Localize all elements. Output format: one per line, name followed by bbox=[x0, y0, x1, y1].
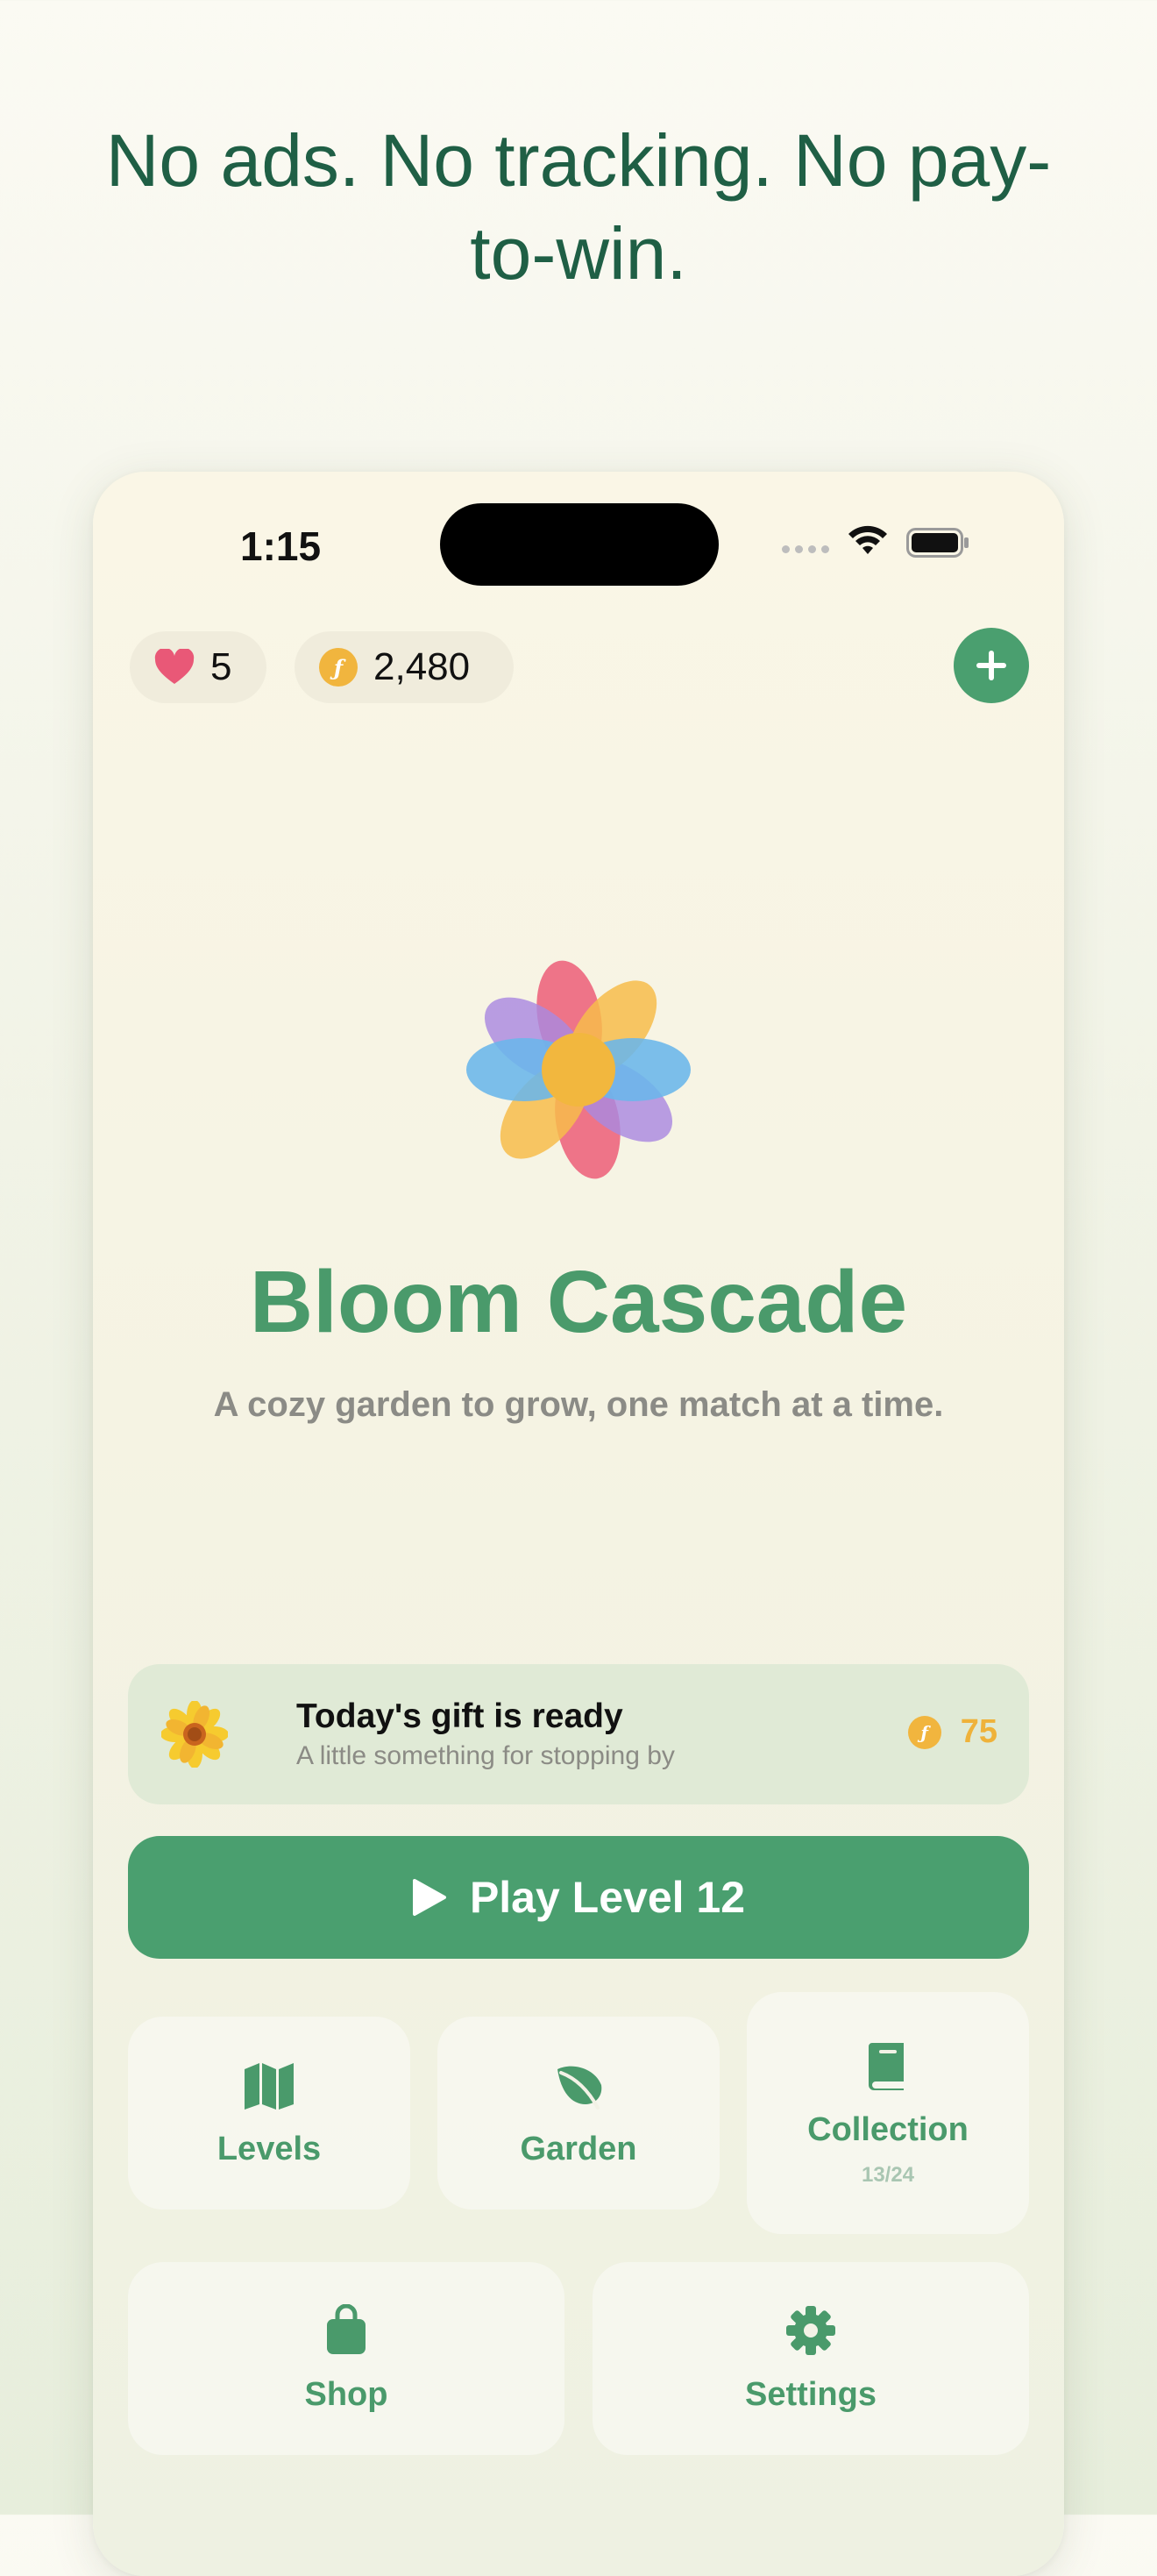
play-level-button[interactable]: Play Level 12 bbox=[128, 1836, 1029, 1959]
game-tagline: A cozy garden to grow, one match at a ti… bbox=[213, 1385, 944, 1424]
play-button-label: Play Level 12 bbox=[469, 1873, 746, 1922]
map-icon bbox=[245, 2062, 294, 2110]
promo-headline: No ads. No tracking. No pay-to-win. bbox=[105, 119, 1052, 295]
bag-icon bbox=[327, 2303, 366, 2354]
cellular-signal-icon bbox=[782, 545, 834, 558]
levels-button[interactable]: Levels bbox=[128, 2017, 410, 2210]
add-currency-button[interactable] bbox=[954, 628, 1029, 703]
play-icon bbox=[412, 1879, 446, 1916]
sunflower-icon bbox=[161, 1701, 228, 1768]
coin-icon: ƒ bbox=[907, 1715, 941, 1749]
book-icon bbox=[869, 2042, 904, 2090]
dynamic-island bbox=[440, 503, 719, 586]
phone-screen: 1:15 5 ƒ 2,480 Bloom Cascade A cozy gard… bbox=[93, 472, 1064, 2576]
collection-label: Collection bbox=[807, 2110, 969, 2148]
shop-label: Shop bbox=[304, 2375, 388, 2413]
garden-button[interactable]: Garden bbox=[437, 2017, 720, 2210]
garden-label: Garden bbox=[520, 2130, 637, 2167]
heart-icon bbox=[154, 649, 195, 684]
gift-reward: ƒ 75 bbox=[907, 1713, 997, 1751]
settings-button[interactable]: Settings bbox=[593, 2262, 1029, 2455]
daily-gift-card[interactable]: Today's gift is ready A little something… bbox=[128, 1664, 1029, 1804]
game-title: Bloom Cascade bbox=[249, 1253, 908, 1351]
gift-title: Today's gift is ready bbox=[296, 1697, 623, 1735]
coin-icon: ƒ bbox=[319, 648, 358, 687]
lives-counter: 5 bbox=[130, 631, 266, 703]
battery-icon bbox=[906, 528, 969, 558]
leaf-icon bbox=[557, 2066, 602, 2110]
coins-value: 2,480 bbox=[373, 645, 471, 688]
shop-button[interactable]: Shop bbox=[128, 2262, 564, 2455]
flower-logo bbox=[466, 960, 691, 1179]
settings-label: Settings bbox=[745, 2375, 877, 2413]
wifi-icon bbox=[848, 525, 887, 554]
levels-label: Levels bbox=[216, 2130, 322, 2167]
plus-icon bbox=[976, 651, 1006, 680]
status-time: 1:15 bbox=[240, 523, 322, 569]
coins-counter: ƒ 2,480 bbox=[295, 631, 514, 703]
collection-button[interactable]: Collection 13/24 bbox=[747, 1992, 1029, 2234]
gear-icon bbox=[786, 2305, 835, 2355]
lives-value: 5 bbox=[210, 645, 232, 688]
collection-count: 13/24 bbox=[861, 2162, 915, 2187]
gift-subtitle: A little something for stopping by bbox=[296, 1741, 675, 1770]
gift-amount: 75 bbox=[960, 1713, 997, 1750]
